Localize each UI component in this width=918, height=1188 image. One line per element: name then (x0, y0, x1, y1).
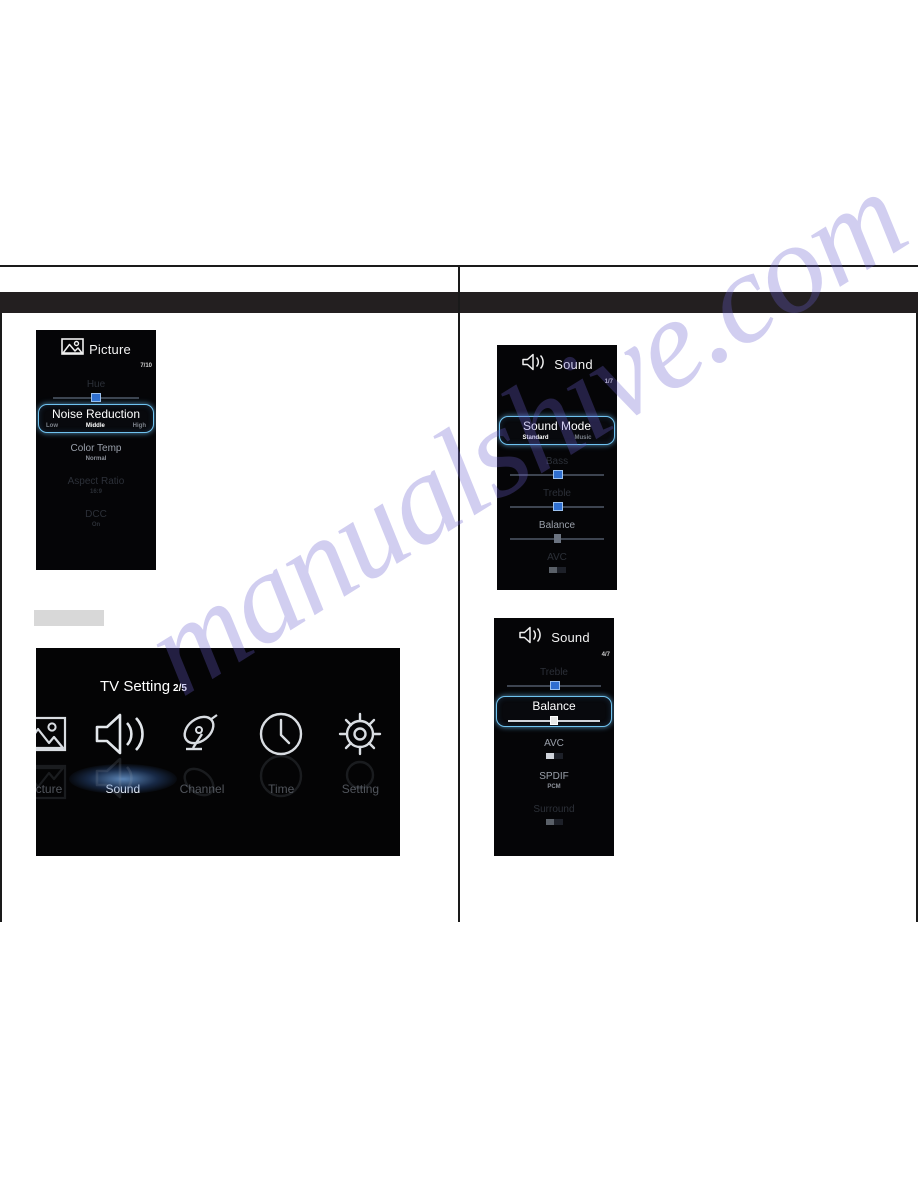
row-value: 16:9 (89, 489, 102, 495)
sound2-row-surround[interactable]: Surround (494, 803, 614, 825)
option-music[interactable]: Music (575, 435, 592, 441)
toggle-nub (545, 753, 554, 759)
treble-slider[interactable] (507, 681, 601, 690)
sound-mode-options: Standard Music (500, 435, 614, 441)
avc-toggle[interactable] (545, 753, 563, 759)
hue-slider[interactable] (53, 393, 139, 402)
tv-setting-item-setting[interactable]: Setting (321, 708, 400, 796)
treble-slider[interactable] (510, 502, 604, 511)
row-label: Balance (532, 699, 576, 713)
row-label: Bass (545, 456, 569, 467)
sound2-panel-counter: 4/7 (601, 652, 610, 658)
picture-row-hue[interactable]: Hue (36, 378, 156, 402)
sound-row-balance[interactable]: Balance (497, 519, 617, 543)
sound2-row-avc[interactable]: AVC (494, 737, 614, 759)
tv-setting-label: Picture (36, 782, 63, 796)
picture-panel-title: Picture (89, 341, 131, 357)
speaker-icon (518, 626, 546, 649)
row-label: Color Temp (70, 443, 122, 454)
picture-panel-counter: 7/10 (140, 363, 152, 369)
sound-row-treble[interactable]: Treble (497, 487, 617, 511)
picture-row-aspect-ratio[interactable]: Aspect Ratio 16:9 (36, 475, 156, 497)
sound-row-bass[interactable]: Bass (497, 455, 617, 479)
row-label: SPDIF (539, 771, 569, 782)
tv-setting-item-picture[interactable]: Picture (36, 708, 83, 800)
surround-toggle[interactable] (545, 819, 563, 825)
picture-panel-header: Picture 7/10 (36, 338, 156, 369)
sound-osd-panel-2: Sound 4/7 Treble Balance AVC SPDIF PCM S… (494, 618, 614, 856)
picture-row-noise-reduction[interactable]: Noise Reduction Low Middle High (38, 404, 154, 433)
satellite-dish-icon (162, 708, 241, 760)
sound2-panel-header: Sound 4/7 (494, 626, 614, 658)
toggle-nub (545, 819, 554, 825)
tv-setting-menu: TV Setting2/5 Picture (36, 648, 400, 856)
slider-knob[interactable] (550, 681, 560, 690)
gear-icon (321, 708, 400, 760)
tv-setting-counter: 2/5 (173, 683, 187, 694)
toggle-nub (548, 567, 557, 573)
sound2-row-spdif[interactable]: SPDIF PCM (494, 770, 614, 792)
picture-osd-panel: Picture 7/10 Hue Noise Reduction Low Mid… (36, 330, 156, 570)
avc-toggle[interactable] (548, 567, 566, 573)
tv-setting-label: Channel (179, 782, 225, 796)
option-middle[interactable]: Middle (86, 423, 105, 429)
sound-row-sound-mode[interactable]: Sound Mode Standard Music (499, 416, 615, 445)
row-label: Surround (533, 804, 575, 815)
sound2-panel-title: Sound (551, 630, 590, 645)
tv-setting-title-text: TV Setting (100, 678, 171, 695)
tv-setting-label: Setting (341, 782, 380, 796)
tv-setting-label: Sound (105, 782, 141, 796)
balance-slider[interactable] (508, 716, 600, 725)
column-divider (458, 265, 460, 922)
clock-icon (242, 708, 321, 760)
row-label: AVC (547, 552, 567, 563)
row-label: Hue (86, 379, 106, 390)
slider-knob[interactable] (554, 534, 561, 543)
slider-knob[interactable] (91, 393, 101, 402)
slider-knob[interactable] (550, 716, 558, 725)
slider-knob[interactable] (553, 470, 563, 479)
slider-knob[interactable] (553, 502, 563, 511)
row-label: Noise Reduction (51, 407, 141, 421)
row-label: Treble (540, 667, 568, 678)
row-label: Sound Mode (522, 419, 592, 433)
row-label: Treble (543, 488, 571, 499)
balance-slider[interactable] (510, 534, 604, 543)
speaker-icon (83, 708, 162, 760)
tv-setting-item-channel[interactable]: Channel (162, 708, 241, 797)
sound1-panel-counter: 1/7 (604, 379, 613, 385)
sound1-panel-title: Sound (554, 357, 593, 372)
tv-setting-item-sound[interactable]: Sound (68, 708, 177, 799)
sound-row-avc[interactable]: AVC (497, 551, 617, 573)
tv-setting-item-time[interactable]: Time (242, 708, 321, 798)
tv-setting-label: Time (268, 782, 295, 796)
tv-setting-icon-row: Picture Sound (36, 708, 400, 800)
picture-icon (61, 338, 84, 360)
row-label: Aspect Ratio (67, 476, 125, 487)
option-high[interactable]: High (133, 423, 146, 429)
row-value: On (91, 522, 101, 528)
sound2-row-treble[interactable]: Treble (494, 666, 614, 690)
sound1-panel-header: Sound 1/7 (497, 353, 617, 385)
speaker-icon (521, 353, 549, 376)
sound2-row-balance[interactable]: Balance (496, 696, 612, 727)
sound-osd-panel-1: Sound 1/7 Sound Mode Standard Music Bass… (497, 345, 617, 590)
row-label: AVC (544, 738, 564, 749)
row-label: Balance (538, 520, 576, 531)
option-standard[interactable]: Standard (522, 435, 548, 441)
bass-slider[interactable] (510, 470, 604, 479)
picture-row-dcc[interactable]: DCC On (36, 508, 156, 530)
option-low[interactable]: Low (46, 423, 58, 429)
picture-row-color-temp[interactable]: Color Temp Normal (36, 442, 156, 464)
row-value: Normal (85, 456, 107, 462)
page-border-left (0, 313, 2, 922)
picture-icon (36, 708, 83, 760)
row-label: DCC (85, 509, 107, 520)
noise-reduction-options: Low Middle High (39, 423, 153, 429)
tv-setting-title: TV Setting 2/5 (100, 678, 187, 695)
grey-placeholder-block (34, 610, 104, 626)
row-value: PCM (547, 784, 561, 790)
